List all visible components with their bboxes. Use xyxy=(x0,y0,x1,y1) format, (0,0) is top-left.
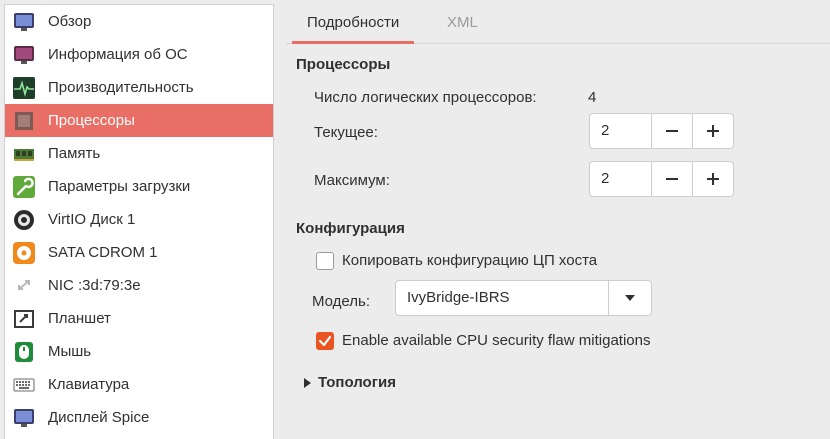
sidebar-item-label: SATA CDROM 1 xyxy=(48,244,158,261)
sidebar-item-keyboard[interactable]: Клавиатура xyxy=(5,368,273,401)
sidebar-item-label: Параметры загрузки xyxy=(48,178,191,195)
model-dropdown-button[interactable] xyxy=(608,281,651,315)
sidebar-item-overview[interactable]: Обзор xyxy=(5,5,273,38)
current-label: Текущее: xyxy=(314,124,378,141)
details-panel: Процессоры Число логических процессоров:… xyxy=(286,44,830,438)
processors-heading: Процессоры xyxy=(296,56,391,73)
max-cpus-stepper[interactable]: 2 xyxy=(589,161,734,197)
sidebar-item-label: Обзор xyxy=(48,13,92,30)
mouse-icon xyxy=(13,341,35,363)
performance-graph-icon xyxy=(13,76,35,99)
plus-icon xyxy=(707,125,719,137)
increment-button[interactable] xyxy=(692,114,733,148)
model-select[interactable]: IvyBridge-IBRS xyxy=(395,280,652,316)
minus-icon xyxy=(666,178,678,180)
topology-expander[interactable]: Топология xyxy=(304,374,396,391)
cpu-chip-icon xyxy=(13,110,35,132)
cpu-mitigations-label[interactable]: Enable available CPU security flaw mitig… xyxy=(342,332,650,349)
memory-module-icon xyxy=(13,143,35,165)
sidebar-item-label: Клавиатура xyxy=(48,376,130,393)
chevron-down-icon xyxy=(625,295,635,301)
model-value[interactable]: IvyBridge-IBRS xyxy=(396,281,608,315)
configuration-heading: Конфигурация xyxy=(296,220,405,237)
max-cpus-value[interactable]: 2 xyxy=(590,162,651,196)
sidebar-item-label: VirtIO Диск 1 xyxy=(48,211,136,228)
sidebar-item-label: Дисплей Spice xyxy=(48,409,150,426)
sidebar-item-mouse[interactable]: Мышь xyxy=(5,335,273,368)
sidebar-item-nic[interactable]: NIC :3d:79:3e xyxy=(5,269,273,302)
sidebar-item-label: NIC :3d:79:3e xyxy=(48,277,141,294)
tab-bar: Подробности XML xyxy=(286,0,830,44)
network-icon xyxy=(13,275,35,297)
logical-cpus-label: Число логических процессоров: xyxy=(314,89,537,106)
sidebar-item-memory[interactable]: Память xyxy=(5,137,273,170)
tablet-icon xyxy=(13,308,35,330)
wrench-icon xyxy=(13,175,35,198)
topology-label: Топология xyxy=(318,374,396,391)
sidebar-item-label: Информация об ОС xyxy=(48,46,188,63)
tab-details[interactable]: Подробности xyxy=(292,0,415,44)
plus-icon xyxy=(707,173,719,185)
decrement-button[interactable] xyxy=(651,162,692,196)
increment-button[interactable] xyxy=(692,162,733,196)
sidebar-item-label: Мышь xyxy=(48,343,92,360)
keyboard-icon xyxy=(13,374,35,396)
sidebar-item-label: Процессоры xyxy=(48,112,135,129)
sidebar-item-label: Память xyxy=(48,145,101,162)
sidebar-item-spice-display[interactable]: Дисплей Spice xyxy=(5,401,273,434)
model-label: Модель: xyxy=(312,293,371,310)
sidebar-item-performance[interactable]: Производительность xyxy=(5,71,273,104)
display-icon xyxy=(13,407,35,429)
sidebar-item-tablet[interactable]: Планшет xyxy=(5,302,273,335)
expander-arrow-icon xyxy=(304,377,311,388)
tab-xml[interactable]: XML xyxy=(432,0,493,44)
current-cpus-stepper[interactable]: 2 xyxy=(589,113,734,149)
copy-host-config-checkbox[interactable] xyxy=(316,252,334,270)
copy-host-config-label[interactable]: Копировать конфигурацию ЦП хоста xyxy=(342,252,597,269)
current-cpus-value[interactable]: 2 xyxy=(590,114,651,148)
sidebar-item-processors[interactable]: Процессоры xyxy=(5,104,273,137)
cdrom-icon xyxy=(13,241,35,264)
cpu-mitigations-checkbox[interactable] xyxy=(316,332,334,350)
disk-icon xyxy=(13,209,35,231)
sidebar-item-label: Планшет xyxy=(48,310,111,327)
monitor-icon xyxy=(13,11,35,33)
sidebar-item-boot-options[interactable]: Параметры загрузки xyxy=(5,170,273,203)
sidebar-item-label: Производительность xyxy=(48,79,194,96)
checkmark-icon xyxy=(318,335,332,347)
hardware-list: Обзор Информация об ОС Производительност… xyxy=(4,4,274,439)
maximum-label: Максимум: xyxy=(314,172,390,189)
sidebar-item-sata-cdrom[interactable]: SATA CDROM 1 xyxy=(5,236,273,269)
logical-cpus-value: 4 xyxy=(588,89,597,106)
os-info-icon xyxy=(13,44,35,66)
decrement-button[interactable] xyxy=(651,114,692,148)
sidebar-item-virtio-disk[interactable]: VirtIO Диск 1 xyxy=(5,203,273,236)
minus-icon xyxy=(666,130,678,132)
sidebar-item-os-info[interactable]: Информация об ОС xyxy=(5,38,273,71)
